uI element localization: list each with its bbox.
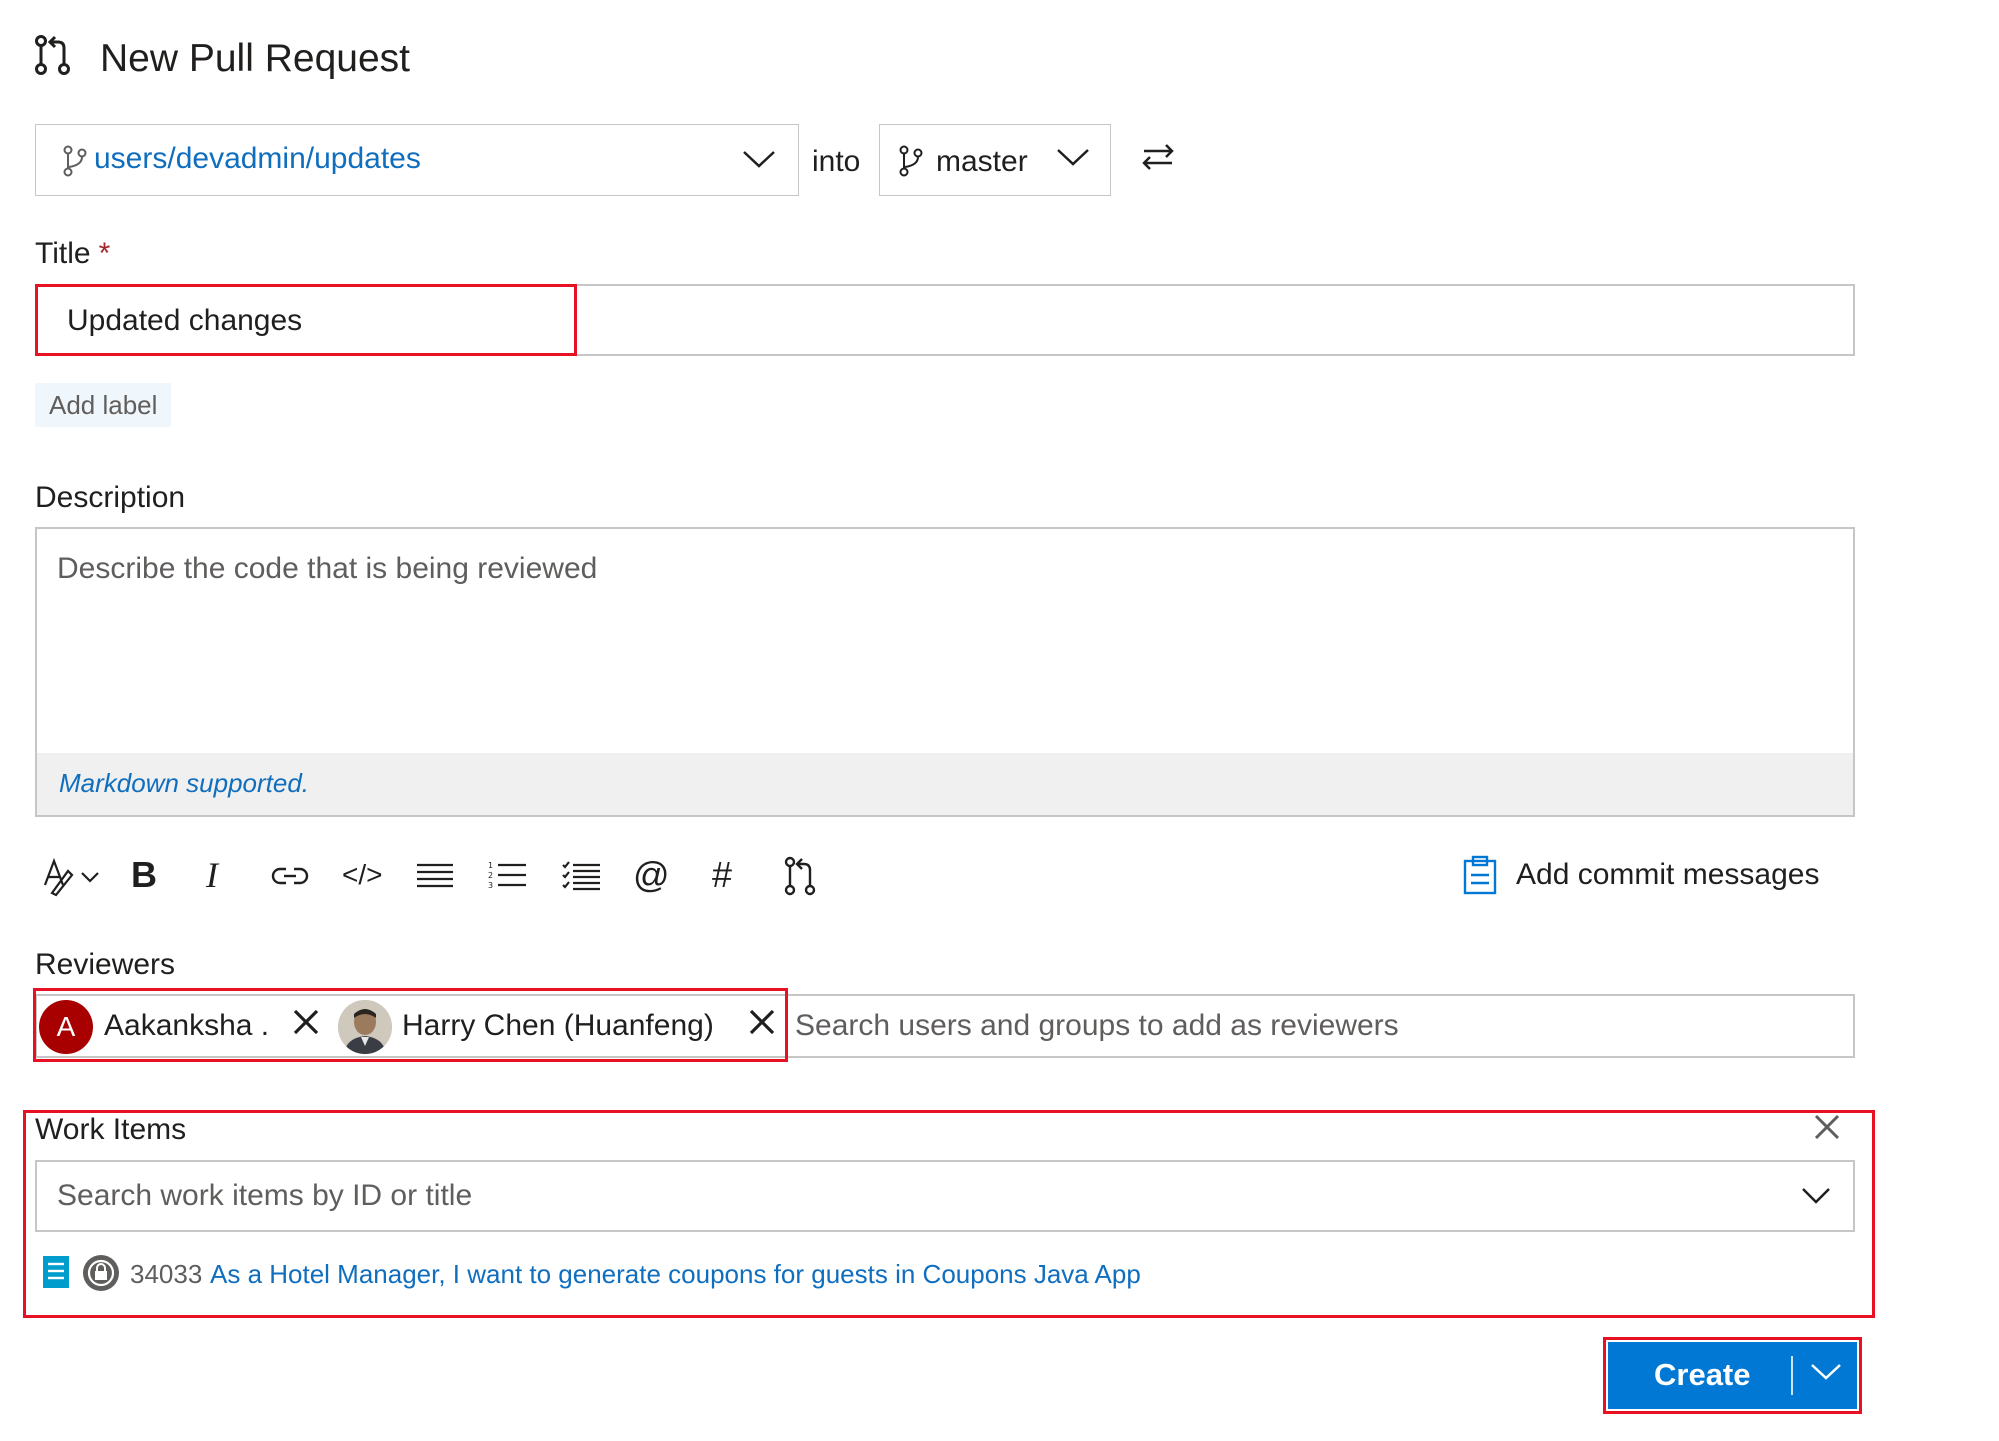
numbered-list-icon[interactable]: 1 2 3 [488,860,528,904]
description-textarea[interactable]: Describe the code that is being reviewed… [35,527,1855,817]
branch-icon [898,145,924,177]
link-icon[interactable] [270,860,310,904]
source-branch-dropdown[interactable]: users/devadmin/updates [35,124,799,196]
reviewers-label: Reviewers [35,948,176,981]
swap-branches-icon[interactable] [1140,142,1176,172]
clipboard-icon [1462,855,1498,895]
mention-button[interactable]: @ [633,853,670,897]
chevron-down-icon [742,149,776,169]
markdown-footer: Markdown supported. [37,753,1853,815]
bold-button[interactable]: B [131,853,157,897]
into-label: into [812,145,861,178]
add-label-button[interactable]: Add label [35,383,172,427]
code-button[interactable]: </> [342,853,382,897]
title-label: Title * [35,237,111,270]
text-format-icon[interactable] [40,853,102,897]
chevron-down-icon [1056,147,1090,167]
chevron-down-icon[interactable] [1810,1362,1842,1382]
work-items-highlight-box [23,1110,1875,1318]
pull-request-link-icon[interactable] [783,856,817,900]
required-indicator: * [98,237,111,270]
pull-request-icon [33,34,73,76]
reviewers-placeholder: Search users and groups to add as review… [795,1009,1399,1042]
source-branch-name: users/devadmin/updates [94,142,421,175]
branch-icon [62,145,88,177]
create-button[interactable]: Create [1608,1342,1857,1409]
italic-button[interactable]: I [206,853,218,897]
markdown-supported-link[interactable]: Markdown supported. [59,763,309,803]
title-highlight-box [35,284,577,356]
button-divider [1791,1356,1793,1395]
svg-text:1: 1 [488,861,493,870]
task-list-icon[interactable] [562,860,602,904]
target-branch-name: master [936,145,1028,178]
create-button-label: Create [1654,1357,1751,1392]
add-commit-messages-label: Add commit messages [1516,858,1820,891]
svg-text:2: 2 [488,871,493,880]
description-label: Description [35,481,186,514]
svg-text:3: 3 [488,881,493,890]
description-placeholder: Describe the code that is being reviewed [57,552,598,585]
target-branch-dropdown[interactable]: master [879,124,1111,196]
reviewers-highlight-box [33,988,788,1062]
page-title: New Pull Request [100,37,410,80]
hashtag-button[interactable]: # [712,853,732,897]
bulleted-list-icon[interactable] [415,862,455,906]
